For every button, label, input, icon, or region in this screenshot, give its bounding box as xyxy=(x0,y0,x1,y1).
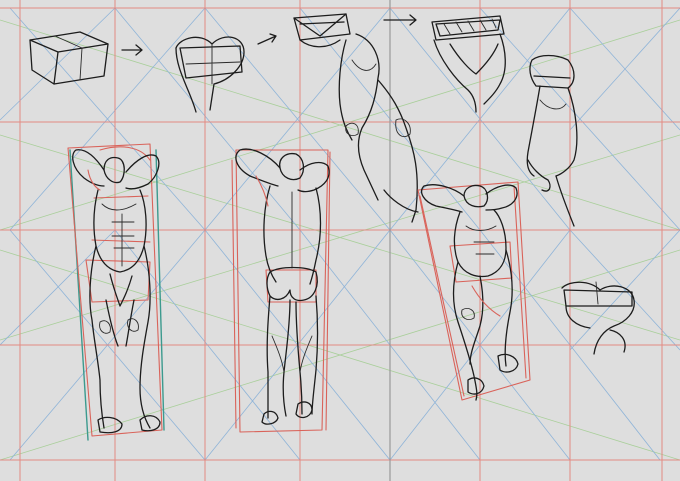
figure-back-view xyxy=(231,148,331,433)
pelvis-front-study xyxy=(431,15,506,113)
figure-foreshortened-view xyxy=(417,181,531,401)
arrow-right-icon xyxy=(121,44,143,56)
pelvis-leg-side-study xyxy=(526,54,578,227)
arrow-right-icon xyxy=(257,33,277,45)
sketch-canvas xyxy=(0,0,680,481)
figure-drawing-sketch xyxy=(0,0,680,481)
pelvis-box-study xyxy=(175,36,245,113)
box-study xyxy=(29,31,109,85)
figure-front-view xyxy=(67,143,165,441)
arrow-right-icon xyxy=(383,14,417,26)
pelvis-small-study xyxy=(561,281,635,355)
